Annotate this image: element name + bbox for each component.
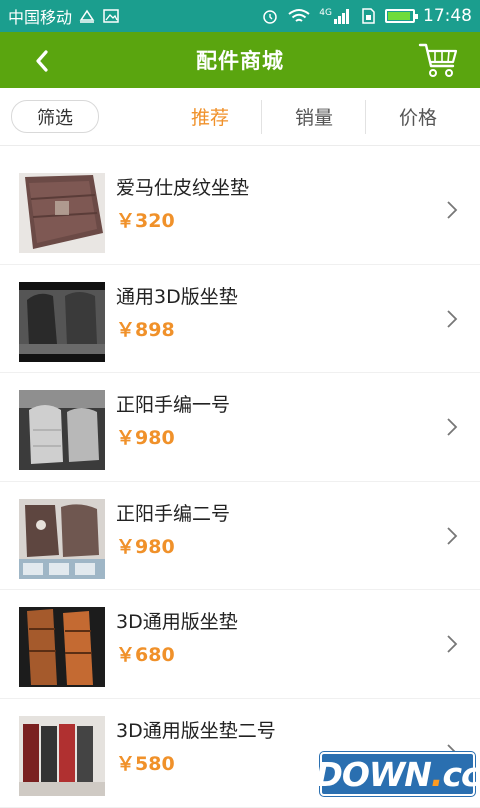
product-item[interactable]: 正阳手编二号 ￥980	[0, 481, 480, 591]
filter-bar: 筛选 推荐 销量 价格	[0, 88, 480, 146]
tab-recommended[interactable]: 推荐	[158, 100, 262, 133]
signal-icon: 4G	[319, 8, 351, 24]
alarm-icon	[263, 10, 278, 24]
carrier-group: 中国移动	[8, 4, 120, 28]
watermark-dot: .	[430, 754, 444, 794]
product-item[interactable]: 爱马仕皮纹坐垫 ￥320	[0, 156, 480, 265]
product-price: ￥980	[116, 427, 175, 450]
product-item[interactable]: 3D通用版坐垫 ￥680	[0, 590, 480, 699]
status-icons: 4G 17:48	[261, 6, 472, 26]
tab-price[interactable]: 价格	[366, 100, 470, 133]
product-image	[19, 607, 105, 688]
page-title: 配件商城	[196, 49, 284, 73]
chevron-right-icon	[447, 635, 458, 654]
battery-fill	[388, 12, 410, 20]
chevron-right-icon	[447, 418, 458, 436]
cart-button[interactable]	[418, 40, 460, 80]
product-image	[19, 390, 105, 471]
product-name: 3D通用版坐垫	[116, 611, 238, 634]
product-list: 爱马仕皮纹坐垫 ￥320 通用3D版坐垫 ￥898 正阳手编一号 ￥980 正阳…	[0, 156, 480, 808]
product-name: 正阳手编二号	[116, 502, 231, 525]
sim-icon	[362, 8, 375, 24]
product-price: ￥580	[116, 752, 175, 775]
tab-sales[interactable]: 销量	[262, 100, 366, 133]
wifi-icon	[288, 9, 310, 22]
back-button[interactable]	[28, 46, 58, 76]
chevron-right-icon	[447, 309, 458, 328]
status-time: 17:48	[423, 6, 472, 26]
usb-icon	[79, 9, 95, 23]
product-price: ￥320	[116, 210, 175, 232]
product-price: ￥898	[116, 318, 175, 341]
app-bar: 配件商城	[0, 32, 480, 88]
chevron-right-icon	[447, 527, 458, 545]
network-type: 4G	[319, 8, 332, 18]
product-image	[19, 715, 105, 796]
image-icon	[103, 9, 119, 23]
battery-icon	[385, 9, 418, 23]
chevron-right-icon	[447, 201, 458, 219]
product-name: 爱马仕皮纹坐垫	[116, 177, 250, 199]
product-image	[19, 498, 105, 579]
product-price: ￥980	[116, 535, 175, 558]
status-bar: 中国移动 4G 17:48	[0, 0, 480, 32]
product-price: ￥680	[116, 644, 175, 667]
watermark-text: DOWN	[315, 754, 431, 794]
product-item[interactable]: 通用3D版坐垫 ￥898	[0, 264, 480, 374]
product-name: 3D通用版坐垫二号	[116, 719, 276, 742]
product-name: 通用3D版坐垫	[116, 285, 238, 308]
product-image	[19, 173, 105, 253]
watermark-suffix: cc	[442, 754, 480, 794]
filter-button[interactable]: 筛选	[11, 100, 99, 133]
carrier-label: 中国移动	[8, 8, 73, 27]
watermark-logo: DOWN. cc	[315, 752, 480, 796]
product-item[interactable]: 正阳手编一号 ￥980	[0, 373, 480, 482]
signal-bars-icon	[334, 9, 349, 24]
product-image	[19, 281, 105, 362]
product-name: 正阳手编一号	[116, 394, 231, 417]
